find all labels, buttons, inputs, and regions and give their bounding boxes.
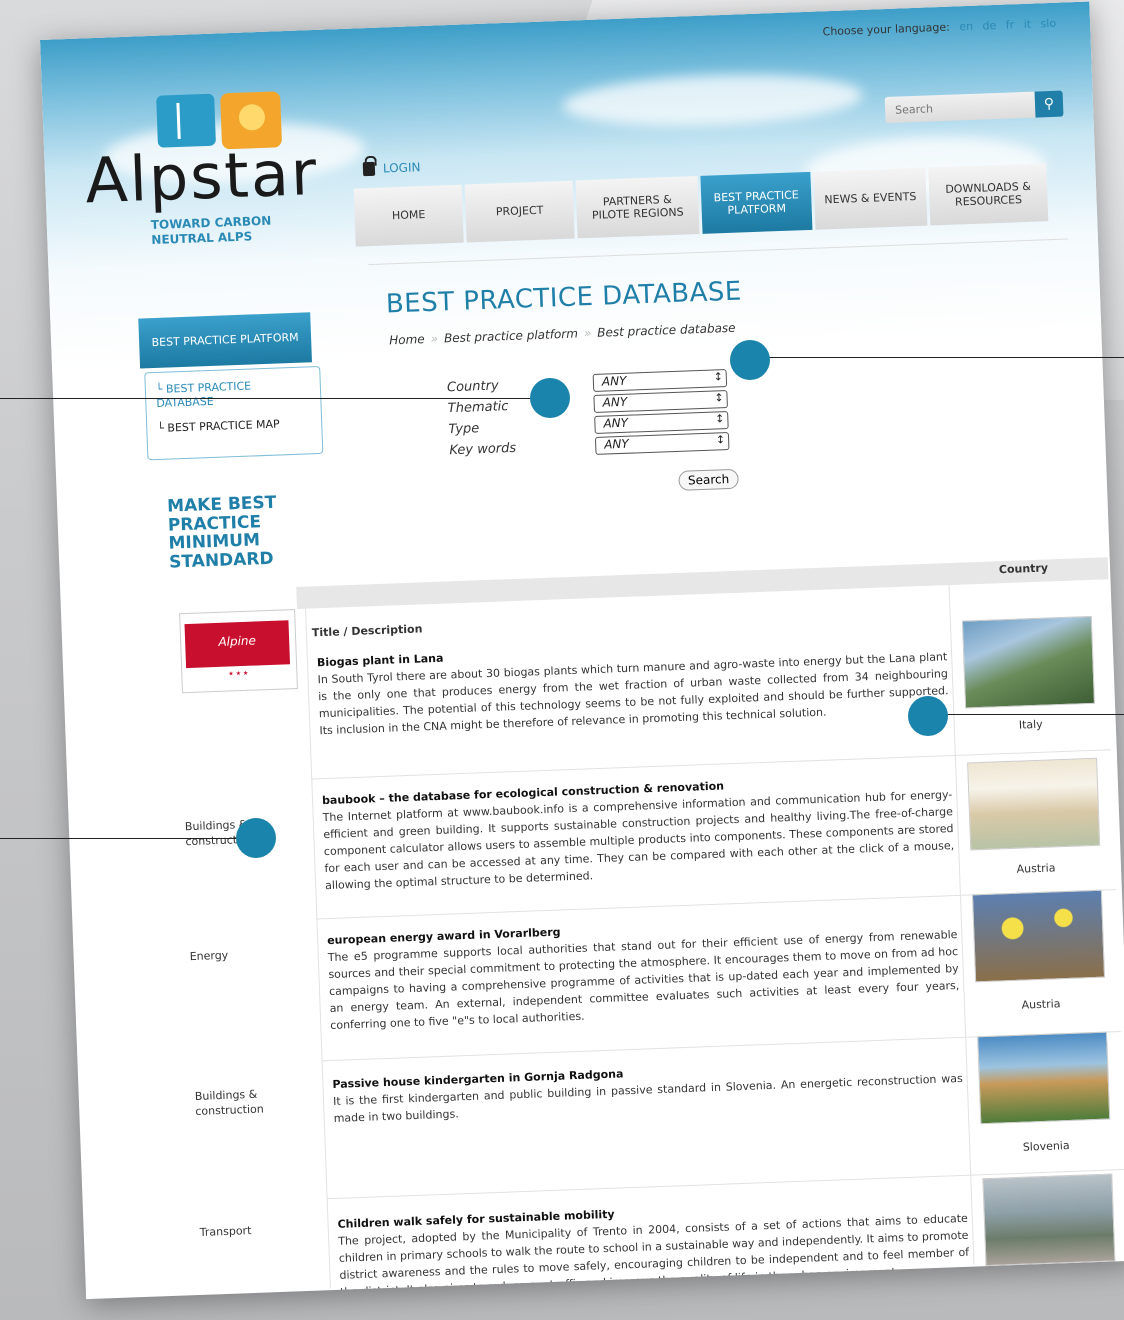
table-row[interactable]: Buildings & construction Passive house k… (182, 1031, 1124, 1154)
row-category: Buildings & construction (194, 1087, 264, 1119)
row-country: Italy (1018, 717, 1043, 732)
callout-marker (236, 818, 276, 858)
sidebar-item-label: BEST PRACTICE DATABASE (156, 379, 252, 411)
callout-line (750, 357, 1124, 358)
table-row[interactable]: Buildings & construction baubook – the d… (172, 757, 1115, 892)
website-page: Choose your language: en de fr it slo ⚲ … (40, 1, 1124, 1300)
callout-marker (908, 696, 948, 736)
callout-marker (530, 378, 570, 418)
wind-turbine-icon (156, 93, 216, 148)
callout-line (926, 714, 1124, 715)
language-option-de[interactable]: de (982, 19, 996, 32)
slogan-line: STANDARD (168, 548, 274, 573)
brand-tagline: TOWARD CARBON NEUTRAL ALPS (151, 212, 321, 248)
row-photo[interactable] (967, 757, 1101, 851)
sidebar-header-button[interactable]: BEST PRACTICE PLATFORM (138, 312, 312, 369)
row-description: Children walk safely for sustainable mob… (337, 1193, 970, 1299)
row-country: Slovenia (1022, 1139, 1070, 1154)
row-country: Austria (1021, 997, 1061, 1012)
login-label: LOGIN (382, 160, 421, 176)
row-photo[interactable] (982, 1173, 1116, 1267)
alpine-space-logo[interactable]: Alpine ★ ★ ★ (179, 609, 298, 694)
sun-icon (220, 91, 283, 150)
search-icon: ⚲ (1043, 95, 1055, 113)
filter-label-type: Type (448, 421, 480, 438)
row-country: Italy (1039, 1281, 1064, 1296)
filter-search-button[interactable]: Search (678, 468, 739, 491)
row-photo[interactable] (961, 615, 1096, 709)
nav-best-practice-platform[interactable]: BEST PRACTICE PLATFORM (700, 171, 813, 234)
callout-line (0, 398, 548, 399)
row-description: baubook – the database for ecological co… (322, 769, 955, 894)
nav-project[interactable]: PROJECT (464, 180, 575, 243)
nav-news-events[interactable]: NEWS & EVENTS (813, 167, 928, 230)
column-header-title: Title / Description (311, 622, 423, 640)
keywords-select[interactable]: ANY (594, 431, 730, 455)
language-option-en[interactable]: en (959, 20, 973, 33)
nav-home[interactable]: HOME (353, 184, 464, 247)
filter-label-thematic: Thematic (447, 399, 509, 417)
sidebar-item-label: BEST PRACTICE MAP (167, 417, 280, 435)
language-option-it[interactable]: it (1023, 18, 1031, 31)
filter-label-country: Country (446, 378, 499, 396)
alpine-space-logo-mark: Alpine (184, 620, 291, 669)
table-row[interactable]: Biogas plant in Lana In South Tyrol ther… (167, 615, 1110, 737)
lock-icon (362, 161, 376, 177)
breadcrumb-separator: » (430, 331, 439, 346)
screenshot-stage: Choose your language: en de fr it slo ⚲ … (0, 0, 1124, 1320)
row-photo[interactable] (977, 1031, 1111, 1125)
breadcrumb-home[interactable]: Home (389, 332, 425, 347)
breadcrumb-separator: » (583, 326, 592, 341)
row-photo[interactable] (971, 889, 1106, 983)
nav-downloads-resources[interactable]: DOWNLOADS & RESOURCES (928, 163, 1049, 226)
row-category: Transport (199, 1224, 252, 1239)
row-description: Biogas plant in Lana In South Tyrol ther… (317, 631, 950, 739)
column-header-country: Country (998, 561, 1049, 577)
sidebar-menu: └ BEST PRACTICE DATABASE └ BEST PRACTICE… (144, 365, 324, 461)
nav-partners[interactable]: PARTNERS & PILOTE REGIONS (575, 176, 700, 239)
filter-label-keywords: Key words (449, 440, 517, 459)
row-country: Austria (1016, 861, 1056, 876)
table-row[interactable]: Energy european energy award in Vorarlbe… (177, 889, 1120, 1032)
language-option-slo[interactable]: slo (1040, 17, 1056, 31)
sidebar-item-best-practice-database[interactable]: └ BEST PRACTICE DATABASE (156, 377, 311, 411)
row-description: european energy award in Vorarlberg The … (327, 909, 960, 1034)
search-filters: Country ANY Thematic ANY Type ANY Key wo… (447, 367, 739, 499)
callout-line (0, 838, 256, 839)
alpstar-logo[interactable]: Alpstar TOWARD CARBON NEUTRAL ALPS (82, 90, 321, 250)
language-option-fr[interactable]: fr (1006, 18, 1015, 31)
results-table: Title / Description Country Biogas plant… (164, 557, 1124, 1299)
row-description: Passive house kindergarten in Gornja Rad… (332, 1053, 963, 1127)
table-header: Title / Description Country (296, 557, 1109, 639)
sidebar-item-best-practice-map[interactable]: └ BEST PRACTICE MAP (157, 416, 311, 436)
row-category: Energy (189, 948, 229, 964)
search-button[interactable]: ⚲ (1034, 90, 1064, 118)
login-link[interactable]: LOGIN (362, 160, 421, 177)
eu-flag-icon: ★ ★ ★ (228, 669, 249, 678)
callout-marker (730, 340, 770, 380)
search-input[interactable] (884, 91, 1036, 124)
brand-name: Alpstar (83, 135, 320, 218)
slogan: MAKE BEST PRACTICE MINIMUM STANDARD (167, 493, 279, 573)
